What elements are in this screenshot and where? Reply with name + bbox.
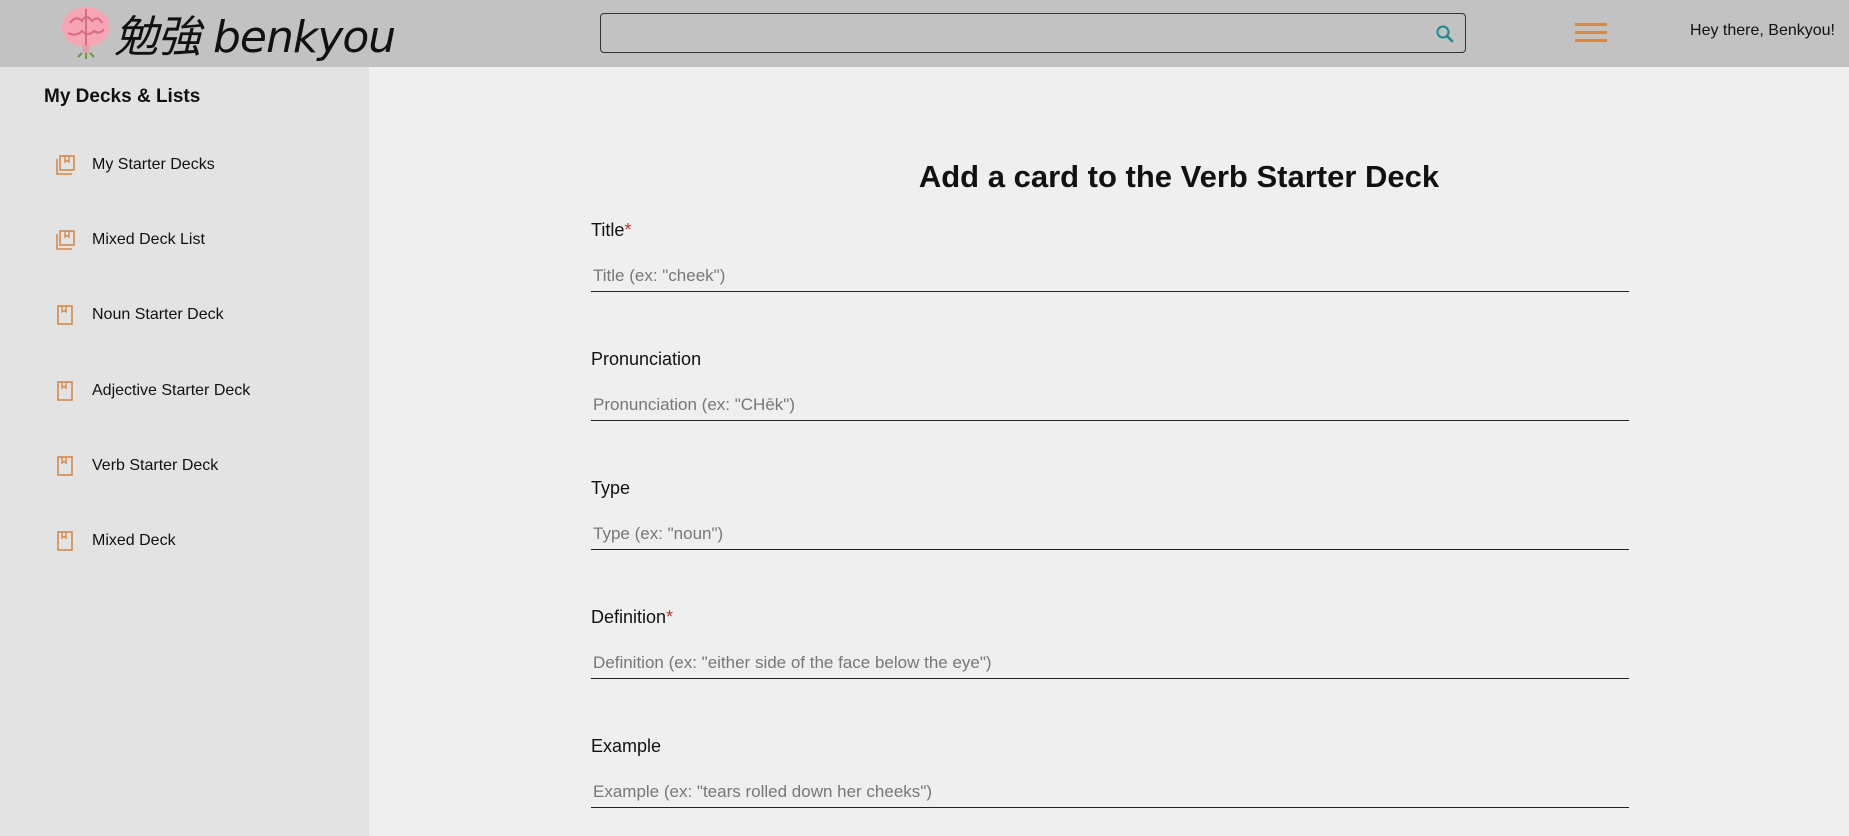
deck-icon <box>57 381 73 401</box>
brain-icon <box>62 7 110 59</box>
user-greeting: Hey there, Benkyou! <box>1690 22 1835 39</box>
deck-icon <box>57 456 73 476</box>
definition-input[interactable] <box>591 647 1629 679</box>
title-field: Title* <box>591 220 1629 292</box>
sidebar-item-label: Mixed Deck List <box>92 231 205 248</box>
sidebar-item-label: Adjective Starter Deck <box>92 382 251 399</box>
deck-icon <box>57 531 73 551</box>
sidebar-item-my-starter-decks[interactable]: My Starter Decks <box>54 150 354 180</box>
type-label: Type <box>591 478 631 498</box>
sidebar-title: My Decks & Lists <box>44 86 201 107</box>
search-bar <box>600 13 1466 53</box>
page-title: Add a card to the Verb Starter Deck <box>918 159 1440 194</box>
title-input[interactable] <box>591 260 1629 292</box>
required-marker: * <box>624 220 632 240</box>
deck-list-icon <box>56 155 75 175</box>
sidebar-item-mixed-deck-list[interactable]: Mixed Deck List <box>54 225 354 255</box>
sidebar-item-label: My Starter Decks <box>92 156 215 173</box>
search-input[interactable] <box>601 14 1431 52</box>
logo[interactable]: 勉強 benkyou <box>56 2 396 64</box>
type-input[interactable] <box>591 518 1629 550</box>
sidebar: My Decks & Lists My Starter Decks Mixed … <box>0 67 369 836</box>
sidebar-item-label: Noun Starter Deck <box>92 306 224 323</box>
sidebar-item-adjective-starter-deck[interactable]: Adjective Starter Deck <box>54 376 354 406</box>
logo-text: 勉強 benkyou <box>114 12 396 63</box>
top-bar: 勉強 benkyou Hey there, Benkyou! <box>0 0 1849 67</box>
example-input[interactable] <box>591 776 1629 808</box>
pronunciation-label: Pronunciation <box>591 349 702 369</box>
pronunciation-input[interactable] <box>591 389 1629 421</box>
sidebar-item-label: Verb Starter Deck <box>92 457 219 474</box>
definition-field: Definition* <box>591 607 1629 679</box>
sidebar-item-verb-starter-deck[interactable]: Verb Starter Deck <box>54 451 354 481</box>
required-marker: * <box>666 607 674 627</box>
title-label: Title* <box>591 220 632 240</box>
deck-icon <box>57 305 73 325</box>
type-field: Type <box>591 478 1629 550</box>
hamburger-menu-icon[interactable] <box>1573 18 1609 48</box>
sidebar-item-label: Mixed Deck <box>92 532 176 549</box>
pronunciation-field: Pronunciation <box>591 349 1629 421</box>
search-icon[interactable] <box>1435 24 1455 44</box>
example-field: Example <box>591 736 1629 808</box>
sidebar-item-noun-starter-deck[interactable]: Noun Starter Deck <box>54 300 354 330</box>
sidebar-item-mixed-deck[interactable]: Mixed Deck <box>54 526 354 556</box>
definition-label: Definition* <box>591 607 674 627</box>
add-card-form: Add a card to the Verb Starter Deck Titl… <box>369 67 1849 836</box>
example-label: Example <box>591 736 662 756</box>
deck-list-icon <box>56 230 75 250</box>
